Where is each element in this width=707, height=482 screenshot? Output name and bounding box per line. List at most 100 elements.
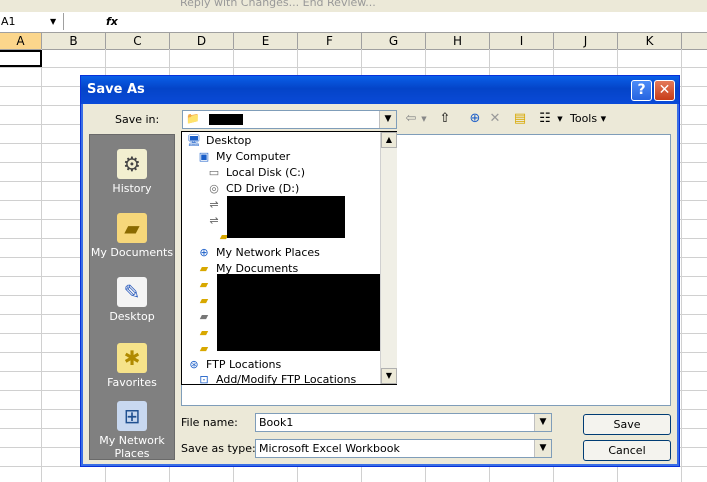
file-name-value: Book1 bbox=[259, 416, 294, 429]
save-button-label: Save bbox=[613, 418, 641, 431]
dialog-titlebar[interactable]: Save As ? ✕ bbox=[81, 76, 679, 104]
tools-menu[interactable]: Tools ▾ bbox=[570, 110, 606, 128]
place-history-label: History bbox=[112, 182, 152, 195]
dropdown-scrollbar[interactable]: ▲ ▼ bbox=[380, 132, 397, 384]
desktop-icon: 🖥 bbox=[187, 134, 201, 147]
place-my-documents-label: My Documents bbox=[90, 246, 174, 259]
dropdown-item-label: Add/Modify FTP Locations bbox=[216, 373, 357, 386]
dropdown-item-folder-d[interactable]: ▰ bbox=[196, 325, 216, 341]
back-icon[interactable]: ⇦ bbox=[403, 110, 419, 128]
file-name-label-text: File name: bbox=[181, 416, 238, 429]
place-favorites-label: Favorites bbox=[107, 376, 157, 389]
computer-icon: ▣ bbox=[198, 150, 210, 163]
dropdown-item-network-drive-1[interactable]: ⇌ bbox=[206, 197, 226, 213]
column-header-g[interactable]: G bbox=[362, 33, 426, 49]
dropdown-item-my-computer[interactable]: ▣ My Computer bbox=[196, 149, 290, 165]
place-history[interactable]: ⚙ History bbox=[90, 149, 174, 195]
dropdown-item-desktop[interactable]: 🖥 Desktop bbox=[186, 133, 251, 149]
places-bar: ⚙ History ▰ My Documents ✎ Desktop ✱ Fav… bbox=[89, 134, 175, 460]
dropdown-item-local-disk[interactable]: ▭ Local Disk (C:) bbox=[206, 165, 305, 181]
new-folder-icon[interactable]: ▤ bbox=[511, 110, 529, 128]
views-icon[interactable]: ☷ bbox=[536, 110, 554, 128]
name-box-dropdown-icon[interactable]: ▼ bbox=[50, 13, 56, 30]
views-dropdown-icon[interactable]: ▼ bbox=[556, 110, 564, 128]
dropdown-item-folder-e[interactable]: ▰ bbox=[196, 341, 216, 357]
dropdown-item-folder-b[interactable]: ▰ bbox=[196, 293, 216, 309]
column-header-e[interactable]: E bbox=[234, 33, 298, 49]
column-header-c[interactable]: C bbox=[106, 33, 170, 49]
dropdown-item-ftp-locations[interactable]: ⊛ FTP Locations bbox=[186, 357, 281, 373]
place-network[interactable]: ⊞ My Network Places bbox=[90, 401, 174, 460]
redacted-folder-names bbox=[217, 274, 380, 351]
folder-icon: ▰ bbox=[199, 294, 209, 307]
name-box-value: A1 bbox=[1, 15, 16, 28]
dropdown-item-folder-c[interactable]: ▰ bbox=[196, 309, 216, 325]
network-places-icon: ⊞ bbox=[117, 401, 147, 431]
history-icon: ⚙ bbox=[117, 149, 147, 179]
dropdown-item-label: Local Disk (C:) bbox=[226, 166, 306, 179]
folder-icon: 📁 bbox=[186, 112, 200, 125]
column-header-d[interactable]: D bbox=[170, 33, 234, 49]
review-toolbar-text[interactable]: Reply with Changes... End Review... bbox=[180, 0, 376, 9]
dropdown-item-label: My Network Places bbox=[216, 246, 320, 259]
file-name-label: File name: bbox=[181, 416, 238, 429]
column-header-h[interactable]: H bbox=[426, 33, 490, 49]
dropdown-item-label: My Computer bbox=[216, 150, 291, 163]
column-header-i[interactable]: I bbox=[490, 33, 554, 49]
tools-label: Tools bbox=[570, 112, 598, 125]
dropdown-item-add-ftp[interactable]: ⊡ Add/Modify FTP Locations bbox=[196, 373, 356, 385]
save-in-label: Save in: bbox=[115, 113, 160, 126]
save-button[interactable]: Save bbox=[583, 414, 671, 435]
folder-icon: ▰ bbox=[199, 310, 209, 323]
desktop-icon: ✎ bbox=[117, 277, 147, 307]
delete-icon[interactable]: ✕ bbox=[487, 110, 503, 128]
back-dropdown-icon[interactable]: ▼ bbox=[420, 110, 428, 128]
folder-icon: ▰ bbox=[199, 326, 209, 339]
save-as-dialog: Save As ? ✕ Save in: 📁 ▼ ⇦ ▼ ⇧ ⊕ ✕ ▤ ☷ ▼… bbox=[80, 75, 680, 467]
save-as-type-select[interactable]: Microsoft Excel Workbook ▼ bbox=[255, 439, 552, 458]
formula-bar: A1 ▼ fx bbox=[0, 12, 707, 33]
column-header-b[interactable]: B bbox=[42, 33, 106, 49]
name-box[interactable]: A1 ▼ bbox=[0, 13, 64, 30]
scroll-up-icon[interactable]: ▲ bbox=[381, 132, 397, 148]
dropdown-item-folder-a[interactable]: ▰ bbox=[196, 277, 216, 293]
save-as-type-label: Save as type: bbox=[181, 442, 256, 455]
hard-disk-icon: ▭ bbox=[208, 166, 220, 179]
file-name-dropdown-button[interactable]: ▼ bbox=[534, 414, 551, 431]
place-my-documents[interactable]: ▰ My Documents bbox=[90, 213, 174, 259]
save-in-dropdown-button[interactable]: ▼ bbox=[379, 111, 396, 128]
column-header-a[interactable]: A bbox=[0, 33, 42, 49]
save-as-type-dropdown-button[interactable]: ▼ bbox=[534, 440, 551, 457]
save-in-dropdown-list: 🖥 Desktop ▣ My Computer ▭ Local Disk (C:) ◎… bbox=[181, 131, 397, 385]
active-cell[interactable] bbox=[0, 50, 42, 67]
place-desktop[interactable]: ✎ Desktop bbox=[90, 277, 174, 323]
up-folder-icon[interactable]: ⇧ bbox=[436, 110, 454, 128]
dropdown-item-network-drive-2[interactable]: ⇌ bbox=[206, 213, 226, 229]
cancel-button-label: Cancel bbox=[608, 444, 646, 457]
redacted-drive-names bbox=[227, 196, 345, 238]
dropdown-item-cd-drive[interactable]: ◎ CD Drive (D:) bbox=[206, 181, 299, 197]
search-web-icon[interactable]: ⊕ bbox=[466, 110, 484, 128]
save-in-combo[interactable]: 📁 ▼ bbox=[182, 110, 397, 129]
place-desktop-label: Desktop bbox=[109, 310, 155, 323]
ftp-add-icon: ⊡ bbox=[199, 373, 209, 385]
help-button[interactable]: ? bbox=[631, 80, 652, 101]
column-header-f[interactable]: F bbox=[298, 33, 362, 49]
function-icon[interactable]: fx bbox=[106, 13, 118, 30]
dropdown-item-network-places[interactable]: ⊕ My Network Places bbox=[196, 245, 320, 261]
column-header-row: A B C D E F G H I J K bbox=[0, 33, 707, 50]
file-name-field[interactable]: Book1 ▼ bbox=[255, 413, 552, 432]
folder-icon: ▰ bbox=[199, 278, 209, 291]
cancel-button[interactable]: Cancel bbox=[583, 440, 671, 461]
column-header-j[interactable]: J bbox=[554, 33, 618, 49]
scroll-down-icon[interactable]: ▼ bbox=[381, 368, 397, 384]
close-button[interactable]: ✕ bbox=[654, 80, 675, 101]
dropdown-item-label: Desktop bbox=[206, 134, 252, 147]
folder-icon: ▰ bbox=[199, 342, 209, 355]
my-documents-icon: ▰ bbox=[117, 213, 147, 243]
network-places-icon: ⊕ bbox=[199, 246, 209, 259]
place-favorites[interactable]: ✱ Favorites bbox=[90, 343, 174, 389]
my-documents-icon: ▰ bbox=[199, 262, 209, 275]
dropdown-item-label: FTP Locations bbox=[206, 358, 282, 371]
column-header-k[interactable]: K bbox=[618, 33, 682, 49]
